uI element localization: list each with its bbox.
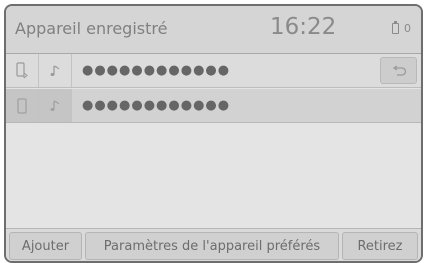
preferred-device-settings-button[interactable]: Paramètres de l'appareil préférés — [85, 232, 339, 260]
phone-icon[interactable] — [6, 89, 39, 122]
page-title: Appareil enregistré — [15, 19, 168, 38]
status-indicators: 0 — [392, 21, 411, 35]
battery-icon — [392, 21, 399, 34]
header-bar: Appareil enregistré 16:22 0 — [6, 6, 421, 54]
add-button[interactable]: Ajouter — [9, 232, 82, 260]
back-arrow-icon[interactable] — [380, 57, 417, 84]
remove-button[interactable]: Retirez — [342, 232, 418, 260]
device-name[interactable]: ●●●●●●●●●●●● — [72, 54, 380, 87]
music-note-icon[interactable] — [39, 54, 72, 87]
screen-frame: Appareil enregistré 16:22 0 ●●●●●●●●●●●● — [4, 4, 423, 263]
status-value: 0 — [404, 22, 411, 35]
empty-list-area — [6, 124, 421, 228]
clock: 16:22 — [270, 14, 337, 40]
device-name[interactable]: ●●●●●●●●●●●● — [72, 89, 421, 122]
device-row[interactable]: ●●●●●●●●●●●● — [6, 54, 421, 88]
music-note-icon[interactable] — [39, 89, 72, 122]
phone-bluetooth-icon[interactable] — [6, 54, 39, 87]
device-row-selected[interactable]: ●●●●●●●●●●●● — [6, 89, 421, 123]
footer-bar: Ajouter Paramètres de l'appareil préféré… — [6, 228, 421, 261]
